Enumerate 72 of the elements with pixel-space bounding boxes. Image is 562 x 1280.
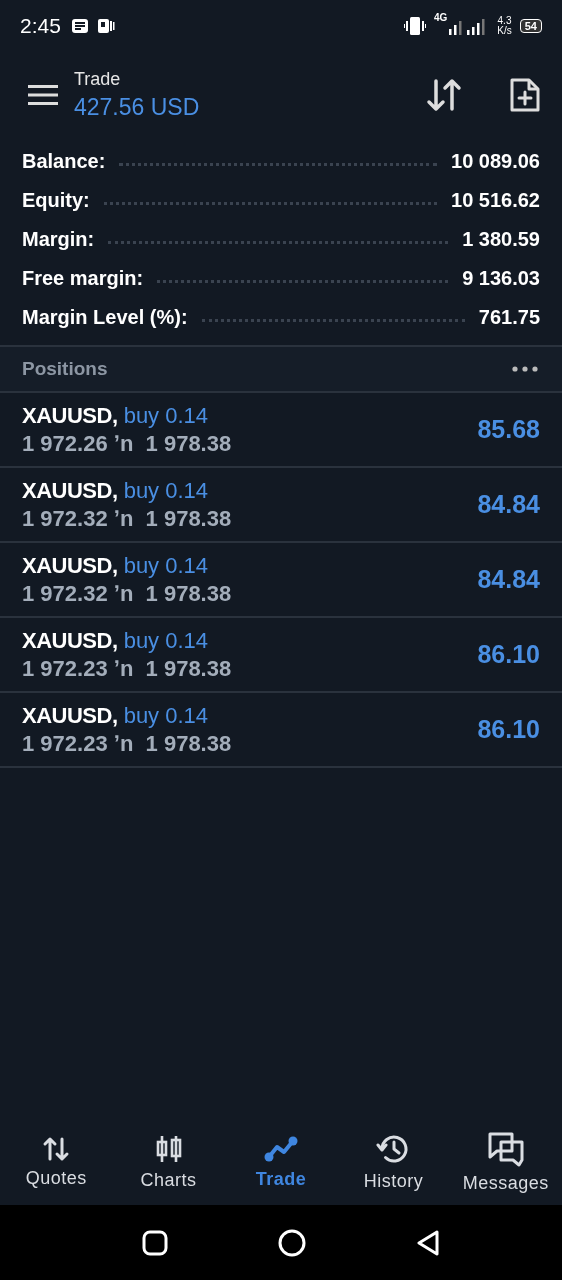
position-symbol: XAUUSD, — [22, 552, 118, 578]
position-profit: 85.68 — [477, 415, 540, 444]
candlestick-icon — [154, 1133, 183, 1164]
nav-tab[interactable]: Messages — [449, 1119, 562, 1205]
summary-label: Balance: — [22, 150, 106, 173]
sort-icon[interactable] — [426, 78, 462, 112]
current-price: 1 978.38 — [145, 505, 232, 531]
summary-value: 9 136.03 — [462, 267, 540, 290]
current-price: 1 978.38 — [145, 430, 232, 456]
position-row[interactable]: XAUUSD, buy 0.14 1 972.23 ʼn 1 978.38 86.10 — [0, 693, 562, 768]
position-symbol: XAUUSD, — [22, 627, 118, 653]
summary-value: 761.75 — [478, 306, 540, 329]
battery-indicator: 54 — [519, 19, 542, 33]
open-price: 1 972.23 — [22, 730, 108, 756]
home-button[interactable] — [278, 1228, 306, 1257]
app-icon — [96, 17, 115, 35]
position-order: buy 0.14 — [123, 552, 209, 578]
position-order: buy 0.14 — [123, 702, 209, 728]
nav-tab[interactable]: Charts — [112, 1119, 225, 1205]
summary-value: 10 089.06 — [451, 150, 540, 173]
more-icon[interactable] — [512, 366, 538, 372]
price-separator: ʼn — [113, 580, 134, 606]
vibrate-icon — [403, 16, 426, 36]
position-profit: 84.84 — [477, 565, 540, 594]
position-order: buy 0.14 — [123, 627, 209, 653]
position-symbol: XAUUSD, — [22, 402, 118, 428]
position-profit: 84.84 — [477, 490, 540, 519]
screen-title: Trade — [74, 69, 122, 90]
messages-icon — [486, 1130, 525, 1167]
position-symbol: XAUUSD, — [22, 702, 118, 728]
price-separator: ʼn — [113, 730, 134, 756]
position-profit: 86.10 — [477, 715, 540, 744]
back-button[interactable] — [416, 1229, 440, 1256]
up-down-arrows-icon — [42, 1135, 71, 1162]
section-title: Positions — [22, 358, 108, 380]
current-price: 1 978.38 — [145, 655, 232, 681]
open-price: 1 972.32 — [22, 505, 108, 531]
position-order: buy 0.14 — [123, 477, 209, 503]
clock: 2:45 — [20, 14, 61, 38]
current-price: 1 978.38 — [145, 580, 232, 606]
position-profit: 86.10 — [477, 640, 540, 669]
price-separator: ʼn — [113, 655, 134, 681]
new-order-icon[interactable] — [510, 77, 540, 113]
price-separator: ʼn — [113, 430, 134, 456]
summary-value: 10 516.62 — [451, 189, 540, 212]
recent-apps-button[interactable] — [142, 1229, 168, 1256]
open-price: 1 972.23 — [22, 655, 108, 681]
position-row[interactable]: XAUUSD, buy 0.14 1 972.26 ʼn 1 978.38 85.68 — [0, 393, 562, 468]
network-type: 4G — [433, 12, 448, 23]
position-row[interactable]: XAUUSD, buy 0.14 1 972.23 ʼn 1 978.38 86.10 — [0, 618, 562, 693]
open-price: 1 972.32 — [22, 580, 108, 606]
nav-tab[interactable]: Trade — [224, 1119, 338, 1205]
current-price: 1 978.38 — [145, 730, 232, 756]
position-row[interactable]: XAUUSD, buy 0.14 1 972.32 ʼn 1 978.38 84.84 — [0, 543, 562, 618]
position-order: buy 0.14 — [123, 402, 209, 428]
line-chart-icon — [264, 1134, 298, 1163]
summary-label: Free margin: — [22, 267, 144, 290]
position-row[interactable]: XAUUSD, buy 0.14 1 972.32 ʼn 1 978.38 84.84 — [0, 468, 562, 543]
summary-value: 1 380.59 — [462, 228, 540, 251]
price-separator: ʼn — [113, 505, 134, 531]
open-price: 1 972.26 — [22, 430, 108, 456]
menu-icon[interactable] — [28, 84, 58, 106]
speed-unit: K/s — [497, 26, 512, 36]
position-symbol: XAUUSD, — [22, 477, 118, 503]
nav-tab[interactable]: History — [337, 1119, 450, 1205]
summary-label: Margin Level (%): — [22, 306, 188, 329]
summary-label: Margin: — [22, 228, 95, 251]
summary-label: Equity: — [22, 189, 90, 212]
total-profit: 427.56 USD — [74, 94, 201, 121]
speed-value: 4.3 — [497, 16, 512, 26]
notification-icon — [70, 18, 89, 34]
nav-tab[interactable]: Quotes — [0, 1119, 113, 1205]
